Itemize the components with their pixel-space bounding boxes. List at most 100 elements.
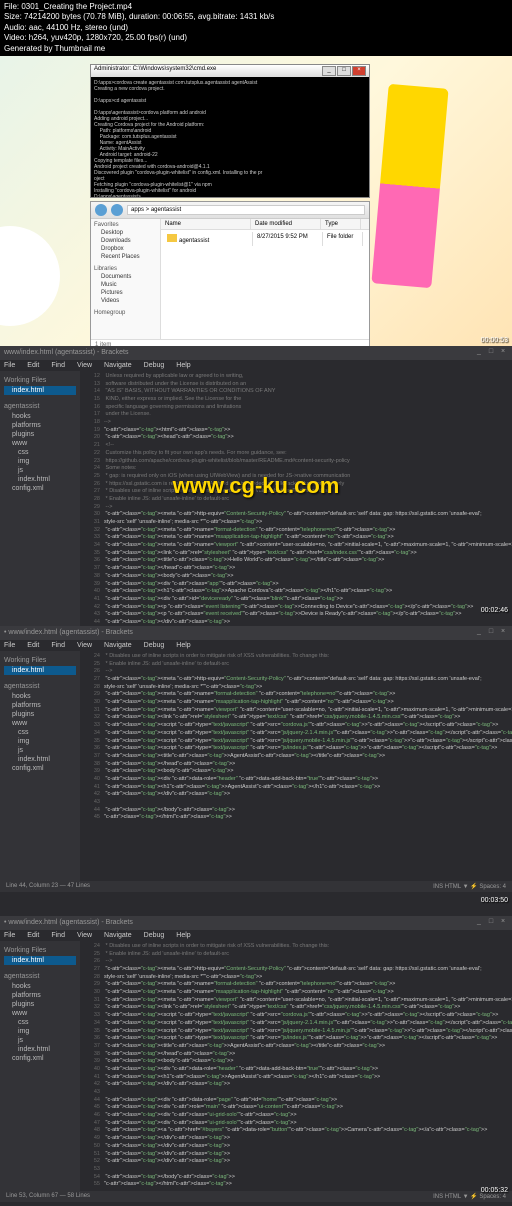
menu-debug[interactable]: Debug <box>144 362 165 369</box>
tree-item[interactable]: hooks <box>4 982 76 991</box>
sidebar-item-music[interactable]: Music <box>93 281 158 289</box>
editor-sidebar: Working Files index.html agentassist hoo… <box>0 651 80 881</box>
sidebar-item-desktop[interactable]: Desktop <box>93 229 158 237</box>
tree-item[interactable]: js <box>4 466 76 475</box>
working-file[interactable]: index.html <box>4 956 76 965</box>
tree-item[interactable]: config.xml <box>4 1054 76 1063</box>
menu-file[interactable]: File <box>4 362 15 369</box>
tree-item[interactable]: img <box>4 457 76 466</box>
explorer-sidebar: Favorites Desktop Downloads Dropbox Rece… <box>91 219 161 339</box>
tree-item[interactable]: img <box>4 737 76 746</box>
tree-item[interactable]: css <box>4 448 76 457</box>
project-header[interactable]: agentassist <box>4 401 76 412</box>
minimize-icon[interactable]: _ <box>474 628 484 638</box>
menu-view[interactable]: View <box>77 362 92 369</box>
tree-item[interactable]: platforms <box>4 991 76 1000</box>
sidebar-item-videos[interactable]: Videos <box>93 297 158 305</box>
editor-titlebar[interactable]: • www/index.html (agentassist) - Bracket… <box>0 916 512 930</box>
tree-item[interactable]: config.xml <box>4 484 76 493</box>
tree-item[interactable]: www <box>4 719 76 728</box>
tree-item[interactable]: js <box>4 746 76 755</box>
tree-item[interactable]: plugins <box>4 710 76 719</box>
minimize-icon[interactable]: _ <box>474 348 484 358</box>
maximize-icon[interactable]: □ <box>486 348 496 358</box>
sidebar-item-recent[interactable]: Recent Places <box>93 253 158 261</box>
tree-item[interactable]: index.html <box>4 1045 76 1054</box>
code-editor[interactable]: 24 * Disables use of inline scripts in o… <box>80 941 512 1191</box>
sidebar-item-pictures[interactable]: Pictures <box>93 289 158 297</box>
timestamp: 00:05:32 <box>481 1187 508 1194</box>
menu-debug[interactable]: Debug <box>144 642 165 649</box>
maximize-icon[interactable]: □ <box>486 918 496 928</box>
tree-item[interactable]: plugins <box>4 430 76 439</box>
cmd-titlebar[interactable]: Administrator: C:\Windows\system32\cmd.e… <box>91 65 369 77</box>
sidebar-favorites[interactable]: Favorites <box>93 221 158 229</box>
menu-find[interactable]: Find <box>51 362 65 369</box>
forward-icon[interactable] <box>111 204 123 216</box>
file-row[interactable]: agentassist 8/27/2015 9:52 PM File folde… <box>161 230 369 248</box>
code-editor[interactable]: 12 Unless required by applicable law or … <box>80 371 512 667</box>
tree-item[interactable]: js <box>4 1036 76 1045</box>
tree-item[interactable]: platforms <box>4 701 76 710</box>
tree-item[interactable]: hooks <box>4 692 76 701</box>
sidebar-homegroup[interactable]: Homegroup <box>93 309 158 317</box>
menu-view[interactable]: View <box>77 642 92 649</box>
sidebar-libraries[interactable]: Libraries <box>93 265 158 273</box>
menu-edit[interactable]: Edit <box>27 642 39 649</box>
tree-item[interactable]: config.xml <box>4 764 76 773</box>
folder-icon <box>167 234 177 242</box>
editor-titlebar[interactable]: www/index.html (agentassist) - Brackets … <box>0 346 512 360</box>
working-file[interactable]: index.html <box>4 666 76 675</box>
menu-help[interactable]: Help <box>176 642 190 649</box>
editor-titlebar[interactable]: • www/index.html (agentassist) - Bracket… <box>0 626 512 640</box>
tree-item[interactable]: css <box>4 1018 76 1027</box>
menu-help[interactable]: Help <box>176 932 190 939</box>
menu-file[interactable]: File <box>4 642 15 649</box>
project-header[interactable]: agentassist <box>4 681 76 692</box>
back-icon[interactable] <box>95 204 107 216</box>
tree-item[interactable]: css <box>4 728 76 737</box>
editor-statusbar: Line 53, Column 67 — 58 Lines INS HTML ▼… <box>0 1191 512 1202</box>
menu-debug[interactable]: Debug <box>144 932 165 939</box>
tree-item[interactable]: www <box>4 1009 76 1018</box>
watermark: www.cg-ku.com <box>173 473 340 499</box>
menu-find[interactable]: Find <box>51 642 65 649</box>
close-button[interactable]: × <box>352 66 366 76</box>
sidebar-item-documents[interactable]: Documents <box>93 273 158 281</box>
menu-edit[interactable]: Edit <box>27 362 39 369</box>
menu-file[interactable]: File <box>4 932 15 939</box>
menu-navigate[interactable]: Navigate <box>104 932 132 939</box>
column-name[interactable]: Name <box>161 219 251 229</box>
menu-help[interactable]: Help <box>176 362 190 369</box>
maximize-icon[interactable]: □ <box>486 628 496 638</box>
close-icon[interactable]: × <box>498 348 508 358</box>
minimize-icon[interactable]: _ <box>474 918 484 928</box>
tree-item[interactable]: www <box>4 439 76 448</box>
tree-item[interactable]: platforms <box>4 421 76 430</box>
column-type[interactable]: Type <box>321 219 361 229</box>
menu-navigate[interactable]: Navigate <box>104 362 132 369</box>
menu-navigate[interactable]: Navigate <box>104 642 132 649</box>
working-files-header: Working Files <box>4 375 76 386</box>
sidebar-item-dropbox[interactable]: Dropbox <box>93 245 158 253</box>
close-icon[interactable]: × <box>498 918 508 928</box>
tree-item[interactable]: plugins <box>4 1000 76 1009</box>
editor-sidebar: Working Files index.html agentassist hoo… <box>0 941 80 1191</box>
tree-item[interactable]: index.html <box>4 755 76 764</box>
cmd-window: Administrator: C:\Windows\system32\cmd.e… <box>90 64 370 198</box>
menu-edit[interactable]: Edit <box>27 932 39 939</box>
code-editor[interactable]: 24 * Disables use of inline scripts in o… <box>80 651 512 881</box>
tree-item[interactable]: index.html <box>4 475 76 484</box>
maximize-button[interactable]: □ <box>337 66 351 76</box>
tree-item[interactable]: img <box>4 1027 76 1036</box>
minimize-button[interactable]: _ <box>322 66 336 76</box>
menu-view[interactable]: View <box>77 932 92 939</box>
column-date[interactable]: Date modified <box>251 219 321 229</box>
menu-find[interactable]: Find <box>51 932 65 939</box>
project-header[interactable]: agentassist <box>4 971 76 982</box>
path-field[interactable]: apps > agentassist <box>127 205 365 215</box>
sidebar-item-downloads[interactable]: Downloads <box>93 237 158 245</box>
close-icon[interactable]: × <box>498 628 508 638</box>
tree-item[interactable]: hooks <box>4 412 76 421</box>
working-file[interactable]: index.html <box>4 386 76 395</box>
